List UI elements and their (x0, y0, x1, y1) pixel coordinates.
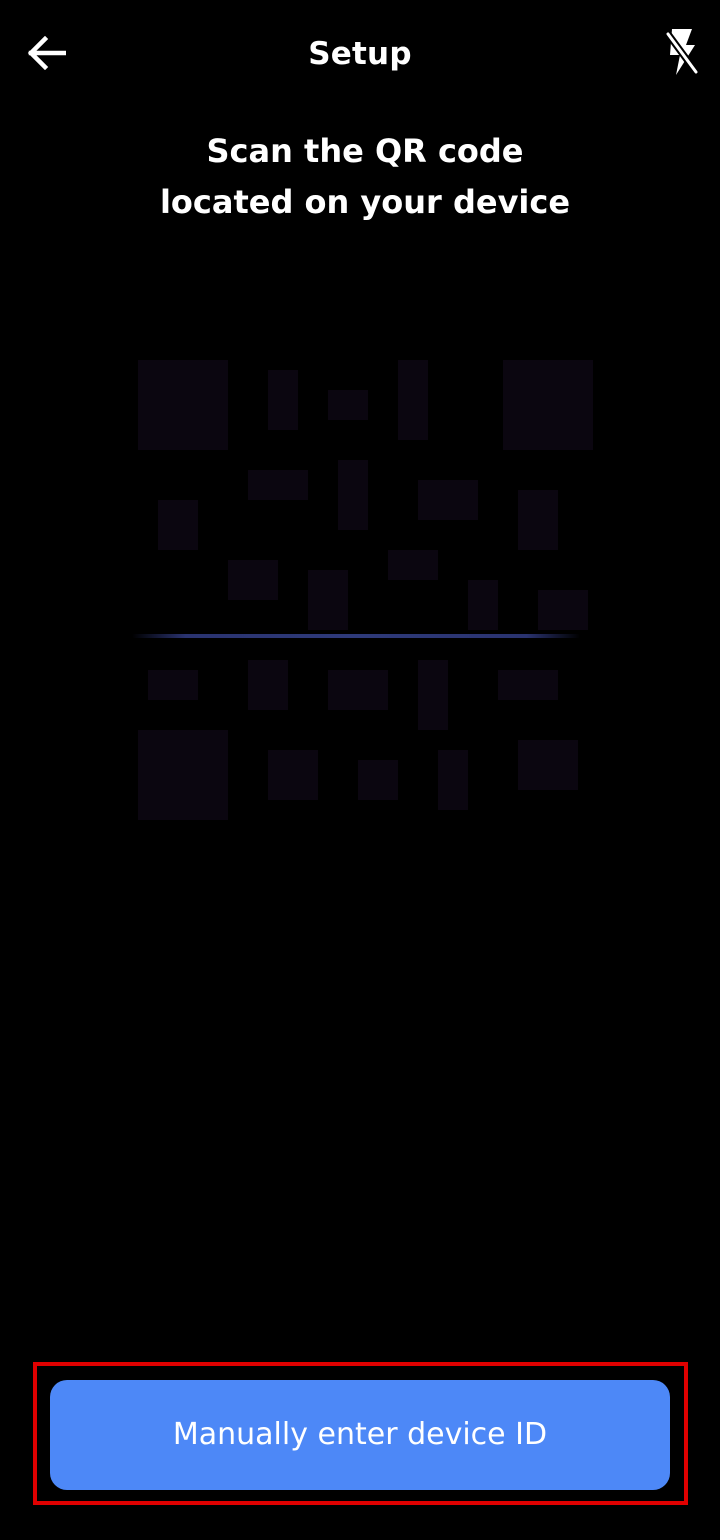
scan-instructions: Scan the QR code located on your device (40, 126, 690, 228)
qr-code-preview (138, 360, 593, 820)
manual-entry-button[interactable]: Manually enter device ID (50, 1380, 670, 1490)
instruction-line-1: Scan the QR code (206, 132, 524, 170)
instruction-line-2: located on your device (159, 183, 571, 221)
app-header: Setup (0, 0, 720, 106)
flash-off-icon (665, 29, 699, 76)
scan-line (132, 634, 580, 638)
flash-toggle-button[interactable] (652, 24, 712, 80)
page-title: Setup (308, 36, 412, 72)
